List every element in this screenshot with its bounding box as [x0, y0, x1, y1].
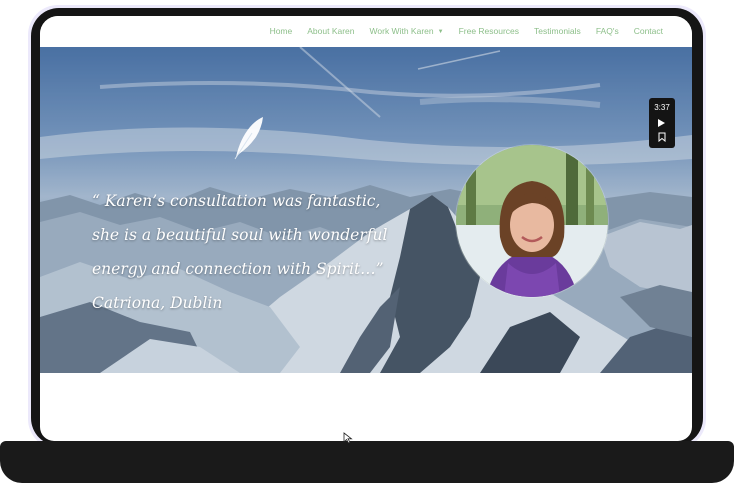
nav-item-testimonials[interactable]: Testimonials	[534, 26, 581, 36]
top-navigation: Home About Karen Work With Karen ▼ Free R…	[40, 16, 692, 47]
nav-item-free-resources[interactable]: Free Resources	[459, 26, 519, 36]
nav-item-faqs[interactable]: FAQ's	[596, 26, 619, 36]
cursor-icon	[343, 432, 353, 444]
testimonial-quote: “ Karen’s consultation was fantastic, sh…	[92, 192, 388, 312]
video-duration: 3:37	[654, 103, 670, 112]
laptop-base	[0, 441, 734, 483]
nav-item-about-karen[interactable]: About Karen	[307, 26, 354, 36]
nav-item-work-with-karen[interactable]: Work With Karen ▼	[370, 26, 444, 36]
hero-banner: “ Karen’s consultation was fantastic, sh…	[40, 47, 692, 373]
bookmark-icon[interactable]	[658, 132, 666, 142]
karen-portrait	[456, 145, 608, 297]
play-icon[interactable]	[658, 119, 665, 127]
nav-item-work-with-karen-label: Work With Karen	[369, 26, 434, 36]
chevron-down-icon: ▼	[437, 29, 444, 35]
laptop-screen: Home About Karen Work With Karen ▼ Free R…	[40, 16, 692, 441]
nav-item-contact[interactable]: Contact	[634, 26, 663, 36]
nav-item-home[interactable]: Home	[270, 26, 293, 36]
nav-menu: Home About Karen Work With Karen ▼ Free R…	[270, 26, 663, 36]
feather-icon	[234, 117, 263, 160]
video-widget[interactable]: 3:37	[649, 98, 675, 148]
